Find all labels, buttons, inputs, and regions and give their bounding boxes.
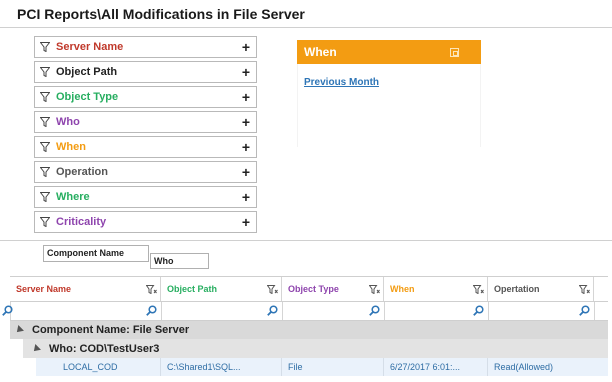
cell-object-type: File [282,358,384,376]
filter-who[interactable]: Who + [34,111,257,133]
add-filter-button[interactable]: + [236,214,256,230]
section-divider [0,240,612,241]
funnel-icon [40,92,50,102]
grid-search-row [2,302,608,321]
funnel-icon [40,167,50,177]
group-by-chip-component-name[interactable]: Component Name [43,245,149,262]
column-header-server-name[interactable]: Server Name [10,277,161,301]
grid-header-row: Server Name Object Path Object Type When… [10,277,608,302]
cell-operation: Read(Allowed) [494,362,554,372]
column-header-operation[interactable]: Opertation [488,277,594,301]
column-header-object-path[interactable]: Object Path [161,277,282,301]
search-cell-when[interactable] [385,302,489,320]
filter-label: Object Type [56,91,119,103]
table-row[interactable]: LOCAL_COD C:\Shared1\SQL... File 6/27/20… [36,358,608,376]
column-header-label: Object Path [167,284,218,294]
collapse-triangle-icon[interactable] [14,325,24,335]
column-header-label: When [390,284,415,294]
filter-label: Who [56,116,80,128]
when-filter-panel: When Previous Month [297,40,481,147]
group-row-label: Who: COD\TestUser3 [49,342,160,355]
group-row-component-name[interactable]: Component Name: File Server [10,321,608,339]
search-icon[interactable] [369,305,380,316]
collapse-triangle-icon[interactable] [31,343,41,354]
when-panel-title: When [304,45,337,59]
funnel-icon [40,117,50,127]
column-filter-icon[interactable] [473,285,484,294]
column-header-label: Opertation [494,284,540,294]
filter-object-type[interactable]: Object Type + [34,86,257,108]
close-icon[interactable] [450,47,459,57]
column-header-label: Server Name [16,284,72,294]
filter-when[interactable]: When + [34,136,257,158]
cell-server-name: LOCAL_COD [36,358,161,376]
add-filter-button[interactable]: + [236,114,256,130]
funnel-icon [40,67,50,77]
funnel-icon [40,217,50,227]
add-filter-button[interactable]: + [236,89,256,105]
column-header-label: Object Type [288,284,339,294]
filter-label: Criticality [56,216,107,228]
filter-label: Server Name [56,41,124,53]
column-header-when[interactable]: When [384,277,488,301]
when-panel-body: Previous Month [297,64,481,147]
add-filter-button[interactable]: + [236,189,256,205]
filter-label: Operation [56,166,108,178]
search-cell-operation[interactable] [489,302,595,320]
search-icon[interactable] [579,305,590,316]
funnel-icon [40,142,50,152]
column-filter-icon[interactable] [369,285,380,294]
column-filter-icon[interactable] [267,285,278,294]
add-filter-button[interactable]: + [236,39,256,55]
column-filter-icon[interactable] [146,285,157,294]
title-divider [0,27,612,28]
report-title: PCI Reports\All Modifications in File Se… [17,6,305,22]
cell-object-path: C:\Shared1\SQL... [161,358,282,376]
add-filter-button[interactable]: + [236,164,256,180]
group-row-label: Component Name: File Server [32,324,190,336]
filter-server-name[interactable]: Server Name + [34,36,257,58]
filter-operation[interactable]: Operation + [34,161,257,183]
group-row-who[interactable]: Who: COD\TestUser3 [23,339,608,358]
filter-criticality[interactable]: Criticality + [34,211,257,233]
funnel-icon [40,192,50,202]
group-by-chip-who[interactable]: Who [150,253,209,269]
add-filter-button[interactable]: + [236,64,256,80]
search-cell-object-type[interactable] [283,302,385,320]
search-cell-server-name[interactable] [11,302,162,320]
filter-label: Object Path [56,66,118,78]
add-filter-button[interactable]: + [236,139,256,155]
previous-month-link[interactable]: Previous Month [304,77,379,88]
cell-when: 6/27/2017 6:01:... [384,358,488,376]
filter-where[interactable]: Where + [34,186,257,208]
search-icon[interactable] [146,305,157,316]
when-panel-header: When [297,40,481,64]
filter-label: When [56,141,86,153]
column-filter-icon[interactable] [579,285,590,294]
search-icon[interactable] [473,305,484,316]
column-header-object-type[interactable]: Object Type [282,277,384,301]
funnel-icon [40,42,50,52]
results-grid: Server Name Object Path Object Type When… [2,276,608,376]
filter-object-path[interactable]: Object Path + [34,61,257,83]
search-icon[interactable] [267,305,278,316]
filter-label: Where [56,191,90,203]
search-cell-object-path[interactable] [162,302,283,320]
filter-list: Server Name + Object Path + Object Type … [34,36,257,236]
